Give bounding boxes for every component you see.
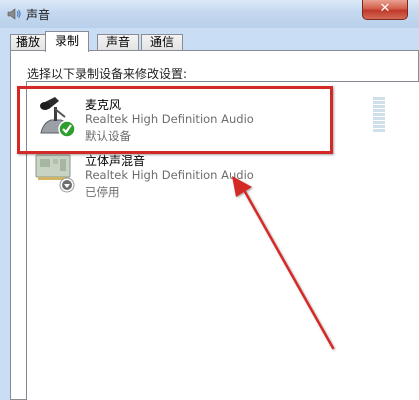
microphone-icon — [40, 97, 76, 138]
tab-sounds[interactable]: 声音 — [97, 34, 139, 51]
device-status: 已停用 — [85, 185, 120, 199]
level-meter — [373, 97, 385, 132]
device-description: Realtek High Definition Audio — [85, 112, 254, 126]
instruction-label: 选择以下录制设备来修改设置: — [27, 67, 188, 81]
list-item-microphone[interactable]: 麦克风 Realtek High Definition Audio 默认设备 — [27, 87, 419, 143]
device-list[interactable]: 麦克风 Realtek High Definition Audio 默认设备 立… — [26, 81, 419, 400]
sound-dialog: 声音 ✕ 播放 录制 声音 通信 选择以下录制设备来修改设置: 麦克风 Real… — [0, 0, 419, 400]
sound-card-icon — [35, 154, 75, 193]
close-button[interactable]: ✕ — [362, 0, 408, 20]
tab-playback[interactable]: 播放 — [10, 34, 46, 51]
window-title: 声音 — [26, 8, 51, 22]
device-name: 麦克风 — [85, 98, 122, 112]
recording-panel: 选择以下录制设备来修改设置: 麦克风 Realtek High Definiti… — [10, 50, 419, 400]
close-icon: ✕ — [379, 1, 391, 16]
device-name: 立体声混音 — [85, 154, 146, 168]
title-bar[interactable]: 声音 ✕ — [0, 0, 419, 28]
list-item-stereo-mix[interactable]: 立体声混音 Realtek High Definition Audio 已停用 — [27, 143, 419, 199]
tab-communications[interactable]: 通信 — [141, 34, 183, 51]
tab-recording[interactable]: 录制 — [45, 31, 89, 52]
device-status: 默认设备 — [85, 129, 131, 143]
tab-strip: 播放 录制 声音 通信 — [10, 31, 415, 52]
speaker-icon — [7, 8, 21, 20]
device-description: Realtek High Definition Audio — [85, 168, 254, 182]
